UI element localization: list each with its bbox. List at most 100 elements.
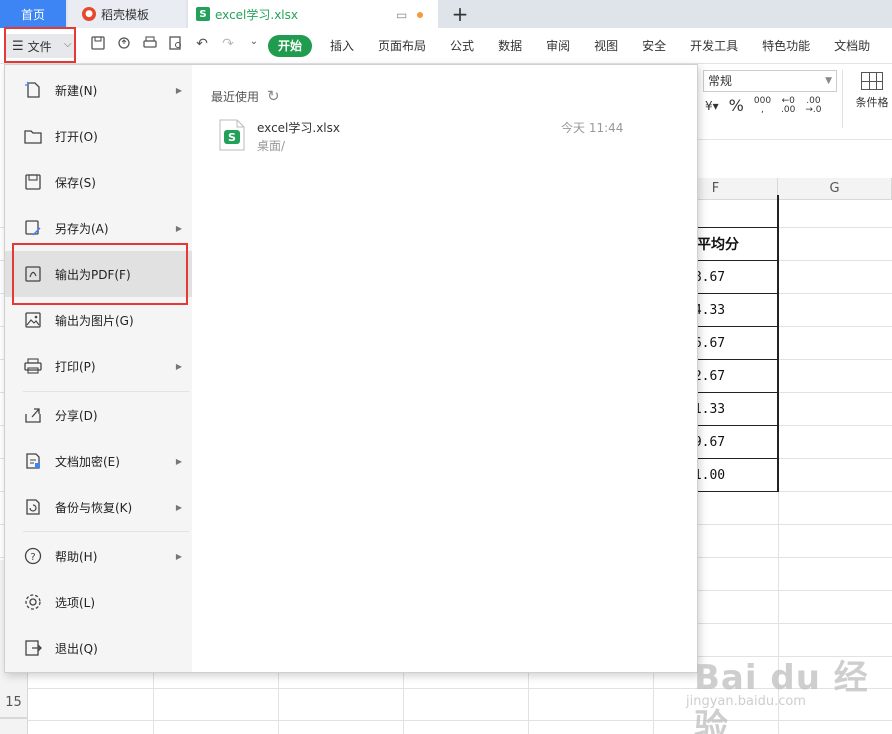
svg-text:S: S bbox=[228, 131, 236, 144]
refresh-icon[interactable]: ↻ bbox=[267, 87, 280, 105]
folder-icon bbox=[23, 126, 43, 146]
unsaved-dot-icon bbox=[417, 12, 424, 18]
menu-item-label: 输出为PDF(F) bbox=[55, 267, 131, 282]
menu-item-label: 选项(L) bbox=[55, 595, 96, 610]
file-menu-list: 新建(N) ▶ 打开(O) 保存(S) 另存为(A) ▶ 输出为PDF(F) 输… bbox=[5, 65, 192, 672]
plus-icon: + bbox=[451, 2, 469, 26]
conditional-format-button[interactable]: 条件格 bbox=[851, 72, 892, 110]
ribbon-tab-insert[interactable]: 插入 bbox=[318, 35, 366, 57]
table-grid-icon bbox=[861, 72, 883, 90]
recent-file-time: 今天 11:44 bbox=[561, 121, 624, 135]
menu-item-save[interactable]: 保存(S) bbox=[5, 159, 192, 205]
decrease-decimal-bottom: →.0 bbox=[805, 104, 822, 115]
save-as-icon bbox=[23, 218, 43, 238]
docer-logo-icon: ● bbox=[82, 7, 96, 21]
submenu-arrow-icon: ▶ bbox=[175, 361, 182, 371]
menu-item-label: 保存(S) bbox=[55, 175, 96, 190]
monitor-icon[interactable]: ▭ bbox=[396, 8, 407, 22]
watermark-logo-text: Bai du 经验 bbox=[694, 658, 869, 734]
file-menu-panel: 新建(N) ▶ 打开(O) 保存(S) 另存为(A) ▶ 输出为PDF(F) 输… bbox=[4, 64, 698, 673]
conditional-format-label: 条件格 bbox=[855, 96, 889, 109]
tab-templates[interactable]: ● 稻壳模板 bbox=[68, 0, 186, 28]
baidu-watermark: Bai du 经验 jingyan.baidu.com bbox=[684, 636, 892, 734]
menu-item-label: 打印(P) bbox=[55, 359, 96, 374]
save-icon[interactable] bbox=[90, 36, 106, 54]
print-preview-icon[interactable] bbox=[168, 36, 184, 54]
currency-icon[interactable]: ¥▾ bbox=[705, 99, 719, 113]
menu-item-open[interactable]: 打开(O) bbox=[5, 113, 192, 159]
menu-item-help[interactable]: ? 帮助(H) ▶ bbox=[5, 533, 192, 579]
ribbon-tab-formulas[interactable]: 公式 bbox=[438, 35, 486, 57]
backup-icon bbox=[23, 497, 43, 517]
menu-item-share[interactable]: 分享(D) bbox=[5, 392, 192, 438]
spreadsheet-file-icon: S bbox=[219, 119, 245, 151]
save-icon bbox=[23, 172, 43, 192]
ribbon-tabs: 开始 插入 页面布局 公式 数据 审阅 视图 安全 开发工具 特色功能 文档助 bbox=[268, 35, 882, 57]
ribbon-tab-features[interactable]: 特色功能 bbox=[750, 35, 822, 57]
spreadsheet-logo-icon: S bbox=[196, 7, 210, 21]
tab-bar: 首页 ● 稻壳模板 S excel学习.xlsx ▭ + bbox=[0, 0, 892, 28]
menu-item-options[interactable]: 选项(L) bbox=[5, 579, 192, 625]
export-icon[interactable] bbox=[116, 36, 132, 54]
print-icon bbox=[23, 356, 43, 376]
ribbon-tab-review[interactable]: 审阅 bbox=[534, 35, 582, 57]
ribbon-tab-doc-assistant[interactable]: 文档助 bbox=[822, 35, 882, 57]
recent-files-header: 最近使用 ↻ bbox=[211, 87, 280, 105]
ribbon-tab-page-layout[interactable]: 页面布局 bbox=[366, 35, 438, 57]
submenu-arrow-icon: ▶ bbox=[175, 85, 182, 95]
menu-item-export-image[interactable]: 输出为图片(G) bbox=[5, 297, 192, 343]
menu-item-label: 分享(D) bbox=[55, 408, 98, 423]
recent-file-name: excel学习.xlsx bbox=[257, 121, 340, 135]
menu-item-label: 输出为图片(G) bbox=[55, 313, 134, 328]
new-tab-button[interactable]: + bbox=[446, 0, 474, 28]
file-menu-button[interactable]: ☰ 文件 ⌵ bbox=[6, 34, 74, 58]
redo-icon[interactable]: ↷ bbox=[220, 36, 236, 54]
column-header-g[interactable]: G bbox=[778, 178, 892, 200]
exit-icon bbox=[23, 638, 43, 658]
submenu-arrow-icon: ▶ bbox=[175, 551, 182, 561]
print-icon[interactable] bbox=[142, 36, 158, 54]
ribbon-tab-data[interactable]: 数据 bbox=[486, 35, 534, 57]
row-header-15[interactable]: 15 bbox=[0, 688, 28, 718]
thousands-label: 000 bbox=[753, 95, 772, 106]
undo-icon[interactable]: ↶ bbox=[194, 36, 210, 54]
menu-item-exit[interactable]: 退出(Q) bbox=[5, 625, 192, 671]
menu-item-label: 新建(N) bbox=[55, 83, 98, 98]
increase-decimal-button[interactable]: ←0.00 bbox=[781, 96, 796, 115]
submenu-arrow-icon: ▶ bbox=[175, 502, 182, 512]
new-file-icon bbox=[23, 80, 43, 100]
row-headers bbox=[0, 718, 28, 734]
chevron-down-icon: ⌵ bbox=[64, 39, 72, 50]
ribbon-tab-home[interactable]: 开始 bbox=[268, 35, 313, 57]
table-border bbox=[777, 195, 779, 491]
recent-file-path: 桌面/ bbox=[257, 139, 286, 153]
menu-item-label: 打开(O) bbox=[55, 129, 98, 144]
menu-item-encrypt[interactable]: 文档加密(E) ▶ bbox=[5, 438, 192, 484]
menu-item-print[interactable]: 打印(P) ▶ bbox=[5, 343, 192, 389]
menu-item-new[interactable]: 新建(N) ▶ bbox=[5, 67, 192, 113]
watermark-url: jingyan.baidu.com bbox=[686, 694, 806, 709]
quick-access-toolbar: ↶ ↷ ⌄ bbox=[90, 36, 262, 54]
tab-document-label: excel学习.xlsx bbox=[215, 7, 298, 22]
menu-item-save-as[interactable]: 另存为(A) ▶ bbox=[5, 205, 192, 251]
ribbon-tab-security[interactable]: 安全 bbox=[630, 35, 678, 57]
menu-item-backup[interactable]: 备份与恢复(K) ▶ bbox=[5, 484, 192, 530]
customize-dropdown-icon[interactable]: ⌄ bbox=[246, 36, 262, 54]
percent-button[interactable]: % bbox=[729, 96, 744, 115]
recent-file-item[interactable]: S excel学习.xlsx 桌面/ 今天 11:44 bbox=[219, 117, 631, 161]
ribbon-tab-developer[interactable]: 开发工具 bbox=[678, 35, 750, 57]
increase-decimal-bottom: .00 bbox=[781, 104, 796, 115]
thousands-separator-button[interactable]: 000, bbox=[753, 95, 772, 115]
submenu-arrow-icon: ▶ bbox=[175, 456, 182, 466]
ribbon-separator bbox=[842, 70, 843, 128]
average-header-cell[interactable]: 平均分 bbox=[697, 234, 739, 254]
menu-item-label: 帮助(H) bbox=[55, 549, 98, 564]
ribbon-tab-view[interactable]: 视图 bbox=[582, 35, 630, 57]
number-format-select[interactable]: 常规 ▼ bbox=[703, 70, 837, 92]
menu-item-export-pdf[interactable]: 输出为PDF(F) bbox=[5, 251, 192, 297]
gear-icon bbox=[23, 592, 43, 612]
menu-item-label: 退出(Q) bbox=[55, 641, 98, 656]
tab-home[interactable]: 首页 bbox=[0, 0, 66, 28]
decrease-decimal-button[interactable]: .00 →.0 bbox=[805, 96, 822, 115]
svg-text:?: ? bbox=[30, 552, 35, 563]
